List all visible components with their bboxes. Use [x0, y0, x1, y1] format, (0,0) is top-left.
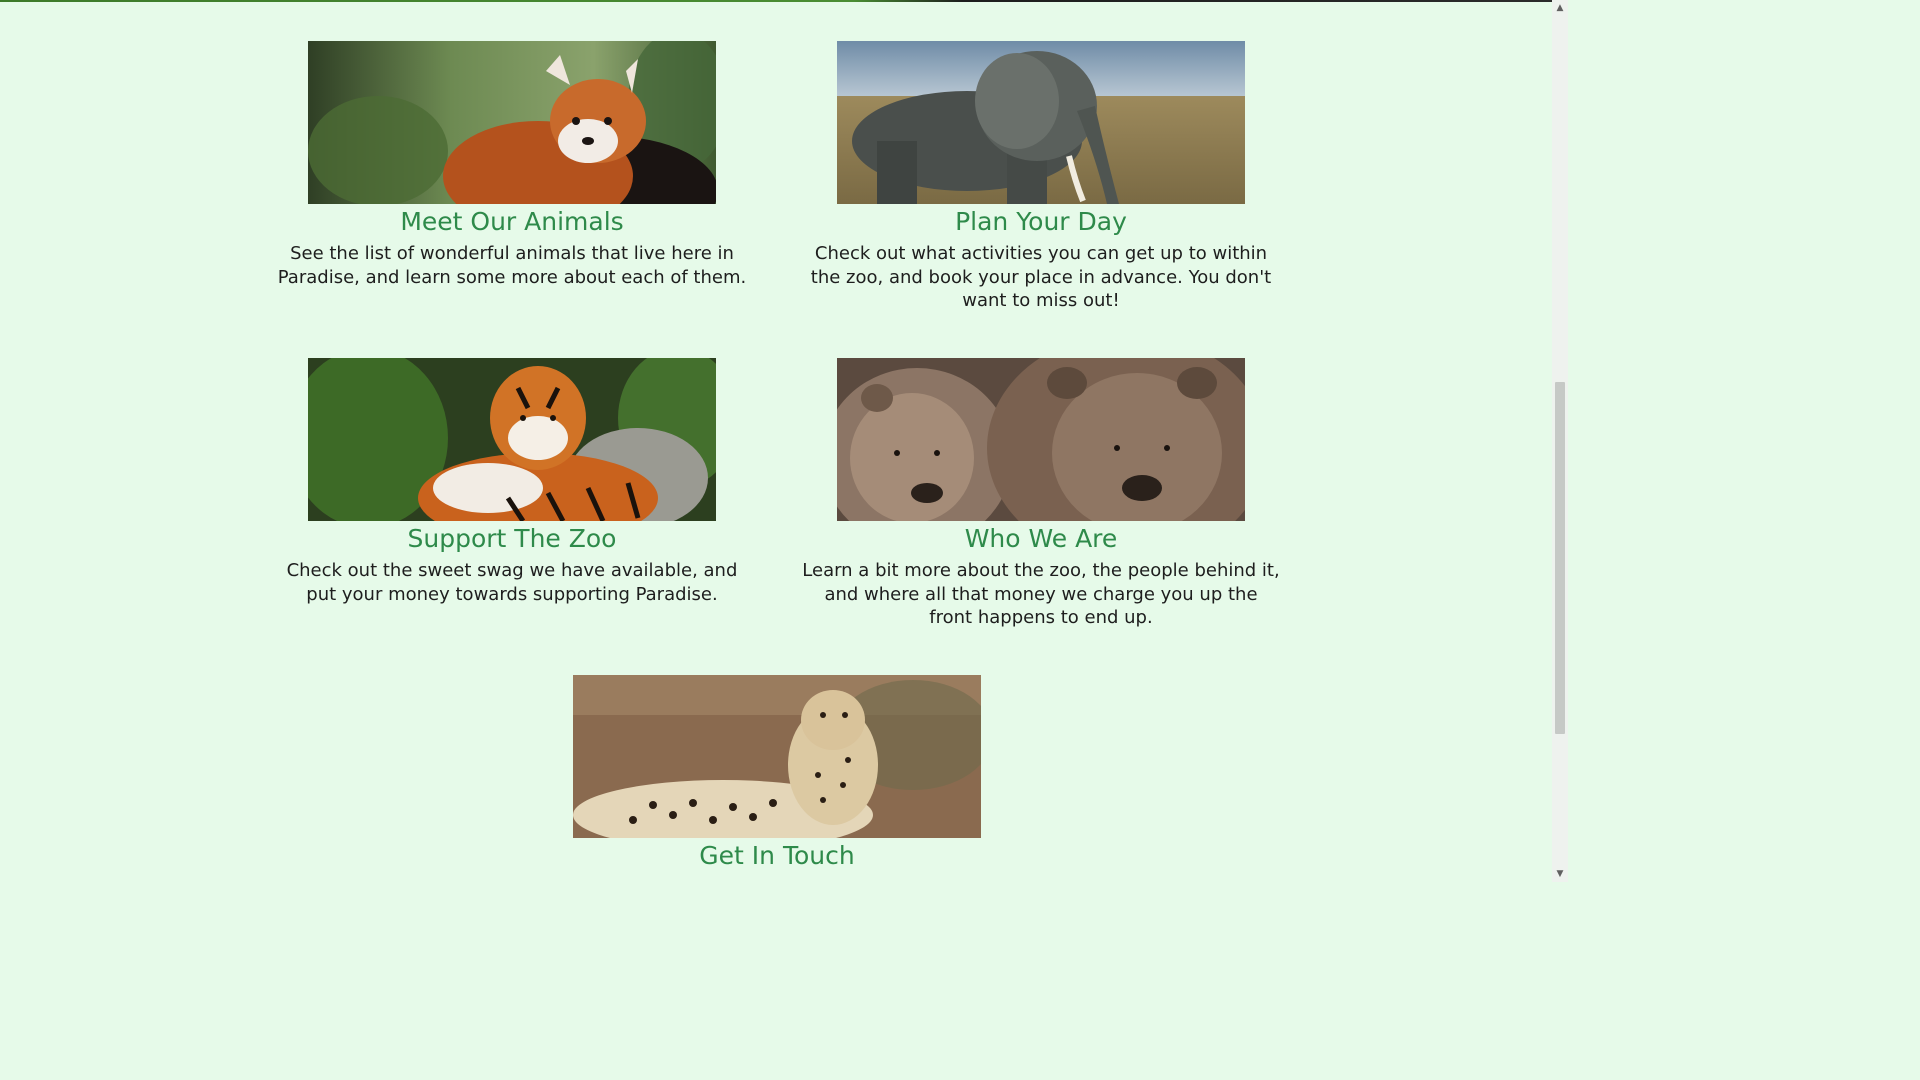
card-title[interactable]: Plan Your Day — [801, 206, 1281, 238]
card-title[interactable]: Support The Zoo — [272, 523, 752, 555]
card-support-the-zoo[interactable]: Support The Zoo Check out the sweet swag… — [272, 358, 752, 606]
card-title[interactable]: Get In Touch — [537, 840, 1017, 872]
elephant-photo[interactable] — [837, 41, 1245, 204]
card-description: See the list of wonderful animals that l… — [277, 243, 747, 288]
card-meet-our-animals[interactable]: Meet Our Animals See the list of wonderf… — [272, 41, 752, 289]
card-get-in-touch[interactable]: Get In Touch — [537, 675, 1017, 872]
card-description: Learn a bit more about the zoo, the peop… — [802, 560, 1280, 628]
scroll-down-arrow-icon[interactable]: ▼ — [1552, 866, 1568, 882]
card-title[interactable]: Who We Are — [801, 523, 1281, 555]
card-description: Check out the sweet swag we have availab… — [286, 560, 738, 605]
scrollbar-thumb[interactable] — [1555, 382, 1565, 734]
card-title[interactable]: Meet Our Animals — [272, 206, 752, 238]
bears-photo[interactable] — [837, 358, 1245, 521]
page-scrollbar[interactable]: ▲ ▼ — [1552, 0, 1568, 882]
cheetah-photo[interactable] — [573, 675, 981, 838]
top-header-edge — [0, 0, 1552, 2]
card-description: Check out what activities you can get up… — [810, 243, 1272, 311]
red-panda-photo[interactable] — [308, 41, 716, 204]
card-plan-your-day[interactable]: Plan Your Day Check out what activities … — [801, 41, 1281, 313]
scroll-up-arrow-icon[interactable]: ▲ — [1552, 0, 1568, 16]
card-who-we-are[interactable]: Who We Are Learn a bit more about the zo… — [801, 358, 1281, 630]
tiger-photo[interactable] — [308, 358, 716, 521]
